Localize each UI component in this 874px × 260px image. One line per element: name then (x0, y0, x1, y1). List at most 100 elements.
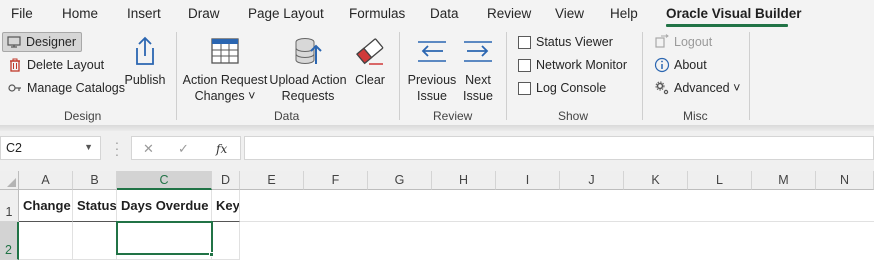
column-header-j[interactable]: J (560, 171, 624, 190)
tab-draw[interactable]: Draw (188, 6, 220, 21)
status-viewer-checkbox[interactable]: Status Viewer (518, 35, 613, 49)
checkbox-unchecked-icon (518, 35, 531, 49)
tab-review[interactable]: Review (487, 6, 531, 21)
column-header-e[interactable]: E (240, 171, 304, 190)
tab-view[interactable]: View (555, 6, 584, 21)
clear-button[interactable]: Clear (352, 34, 388, 88)
next-issue-label-line1: Next (465, 73, 491, 87)
row-header-1[interactable]: 1 (0, 190, 19, 222)
advanced-dropdown[interactable]: Advanced ˅ (652, 78, 742, 98)
designer-button[interactable]: Designer (2, 32, 83, 52)
column-header-a[interactable]: A (19, 171, 73, 190)
grid-table-icon (208, 34, 242, 68)
ribbon-tab-bar: File Home Insert Draw Page Layout Formul… (0, 0, 874, 28)
clear-label: Clear (355, 73, 385, 87)
tab-oracle-visual-builder[interactable]: Oracle Visual Builder (666, 6, 802, 21)
cell-b1[interactable]: Status (73, 190, 117, 222)
formula-bar: C2 ▼ · · · ✕ ✓ fx (0, 131, 874, 171)
column-header-l[interactable]: L (688, 171, 752, 190)
row-1-empty-cells[interactable] (240, 190, 874, 222)
tab-file[interactable]: File (11, 6, 33, 21)
group-separator (642, 32, 643, 120)
select-all-triangle-icon (7, 178, 16, 187)
cell-d1[interactable]: Key (212, 190, 240, 222)
confirm-check-icon[interactable]: ✓ (178, 141, 189, 157)
cancel-x-icon[interactable]: ✕ (143, 141, 154, 157)
about-label: About (674, 58, 707, 72)
cell-c1[interactable]: Days Overdue (117, 190, 212, 222)
fill-handle[interactable] (209, 252, 214, 257)
tab-help[interactable]: Help (610, 6, 638, 21)
advanced-label: Advanced ˅ (674, 81, 741, 95)
column-header-m[interactable]: M (752, 171, 816, 190)
action-request-changes-button[interactable]: Action Request Changes ˅ (182, 34, 268, 104)
cell-d2[interactable] (212, 222, 240, 260)
next-issue-button[interactable]: Next Issue (460, 34, 496, 104)
designer-label: Designer (26, 35, 77, 49)
insert-function-icon[interactable]: fx (216, 142, 227, 156)
data-group-label: Data (274, 109, 300, 123)
row-2-empty-cells[interactable] (240, 222, 874, 260)
log-console-label: Log Console (536, 81, 607, 95)
trash-icon (7, 57, 23, 73)
network-monitor-checkbox[interactable]: Network Monitor (518, 58, 627, 72)
logout-label: Logout (674, 35, 713, 49)
cell-b2[interactable] (73, 222, 117, 260)
publish-label: Publish (124, 73, 166, 87)
group-separator (399, 32, 400, 120)
eraser-icon (353, 34, 387, 68)
column-header-h[interactable]: H (432, 171, 496, 190)
column-header-i[interactable]: I (496, 171, 560, 190)
column-header-f[interactable]: F (304, 171, 368, 190)
chevron-down-icon: ▼ (84, 142, 93, 152)
previous-issue-label-line1: Previous (407, 73, 457, 87)
tab-home[interactable]: Home (62, 6, 98, 21)
show-group-label: Show (558, 109, 589, 123)
active-tab-indicator (666, 24, 788, 27)
gear-icon (654, 80, 670, 96)
upload-action-requests-label-line1: Upload Action (269, 73, 347, 87)
manage-catalogs-label: Manage Catalogs (27, 81, 125, 95)
group-separator (749, 32, 750, 120)
logout-button[interactable]: Logout (652, 32, 714, 52)
column-header-b[interactable]: B (73, 171, 117, 190)
misc-group-label: Misc (683, 109, 708, 123)
column-header-g[interactable]: G (368, 171, 432, 190)
tab-page-layout[interactable]: Page Layout (248, 6, 324, 21)
cell-a1[interactable]: Change (19, 190, 73, 222)
upload-action-requests-button[interactable]: Upload Action Requests (269, 34, 347, 104)
formula-input[interactable] (244, 136, 874, 160)
design-group-label: Design (64, 109, 102, 123)
column-header-n[interactable]: N (816, 171, 874, 190)
manage-catalogs-button[interactable]: Manage Catalogs (5, 78, 127, 98)
log-console-checkbox[interactable]: Log Console (518, 81, 606, 95)
column-header-k[interactable]: K (624, 171, 688, 190)
tab-insert[interactable]: Insert (127, 6, 161, 21)
tab-formulas[interactable]: Formulas (349, 6, 405, 21)
next-issue-label-line2: Issue (463, 89, 493, 103)
network-monitor-label: Network Monitor (536, 58, 627, 72)
previous-issue-button[interactable]: Previous Issue (406, 34, 458, 104)
ribbon: Designer Delete Layout Manage Catalogs P… (0, 28, 874, 126)
cell-a2[interactable] (19, 222, 73, 260)
name-box[interactable]: C2 ▼ (0, 136, 101, 160)
active-cell-border (116, 221, 213, 255)
tab-data[interactable]: Data (430, 6, 459, 21)
column-header-c[interactable]: C (117, 171, 212, 190)
row-header-2[interactable]: 2 (0, 222, 19, 260)
action-request-changes-label-line1: Action Request (182, 73, 268, 87)
select-all-corner[interactable] (0, 171, 19, 190)
formula-buttons: ✕ ✓ fx (131, 136, 241, 160)
arrow-left-icon (415, 34, 449, 68)
catalog-link-icon (7, 80, 23, 96)
vertical-dots-icon[interactable]: · · · (114, 135, 120, 161)
about-button[interactable]: About (652, 55, 709, 75)
previous-issue-label-line2: Issue (417, 89, 447, 103)
group-separator (176, 32, 177, 120)
column-header-d[interactable]: D (212, 171, 240, 190)
publish-button[interactable]: Publish (124, 34, 166, 88)
action-request-changes-label-line2: Changes ˅ (194, 89, 256, 103)
designer-icon (6, 34, 22, 50)
delete-layout-button[interactable]: Delete Layout (5, 55, 106, 75)
logout-icon (654, 34, 670, 50)
